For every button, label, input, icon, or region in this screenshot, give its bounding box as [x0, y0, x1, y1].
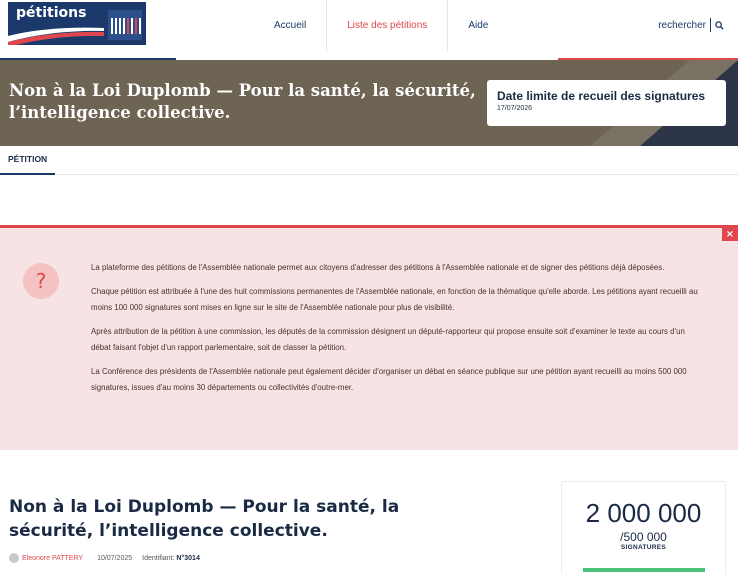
info-paragraph: La Conférence des présidents de l'Assemb… [91, 366, 687, 393]
identifier-value: N°3014 [176, 554, 200, 562]
tab-bar: PÉTITION [0, 146, 738, 175]
nav-item-accueil[interactable]: Accueil [254, 0, 328, 52]
nav-item-liste-petitions[interactable]: Liste des pétitions [327, 0, 449, 52]
identifier-label: Identifiant: [142, 554, 175, 562]
info-panel: × ? La plateforme des pétitions de l'Ass… [0, 225, 738, 450]
signature-progress-fill [583, 568, 705, 572]
petition-title: Non à la Loi Duplomb — Pour la santé, la… [9, 497, 400, 541]
search-icon [715, 20, 724, 30]
petition-banner: Non à la Loi Duplomb — Pour la santé, la… [0, 60, 738, 146]
deadline-title: Date limite de recueil des signatures [497, 89, 706, 103]
assembly-building-icon [108, 10, 142, 40]
petition-meta: Eleonore PATTERY 10/07/2025 Identifiant:… [9, 553, 200, 563]
main-nav: Accueil Liste des pétitions Aide [254, 0, 508, 52]
deadline-card: Date limite de recueil des signatures 17… [487, 80, 726, 126]
banner-title: Non à la Loi Duplomb — Pour la santé, la… [9, 81, 476, 122]
logo-text: pétitions [16, 5, 87, 21]
info-paragraph: Chaque pétition est attribuée à l'une de… [91, 286, 698, 313]
signature-counter: 2 000 000 /500 000 SIGNATURES [561, 481, 726, 574]
logo-swoosh-icon [8, 27, 104, 45]
petition-date: 10/07/2025 [97, 554, 133, 562]
deadline-date: 17/07/2026 [497, 105, 533, 112]
signature-progress-bar [583, 568, 705, 572]
petitions-logo[interactable]: pétitions [8, 2, 146, 45]
tab-petition[interactable]: PÉTITION [0, 146, 56, 175]
signature-count: 2 000 000 [585, 498, 702, 528]
top-header: pétitions Accueil Liste des pétitions Ai… [0, 0, 738, 60]
author-link[interactable]: Eleonore PATTERY [22, 555, 83, 562]
search-label: rechercher [658, 19, 706, 31]
avatar [9, 553, 19, 563]
signature-target: /500 000 [620, 530, 667, 544]
info-paragraph: Après attribution de la pétition à une c… [91, 326, 685, 353]
close-icon[interactable]: × [722, 228, 738, 241]
nav-item-aide[interactable]: Aide [448, 0, 508, 52]
question-icon: ? [23, 263, 59, 299]
search-button[interactable]: rechercher [658, 18, 724, 32]
info-text: La plateforme des pétitions de l'Assembl… [91, 260, 705, 404]
search-divider [710, 18, 711, 32]
signature-label: SIGNATURES [620, 544, 667, 551]
info-paragraph: La plateforme des pétitions de l'Assembl… [91, 263, 665, 272]
petition-identifier: Identifiant: N°3014 [142, 555, 200, 562]
